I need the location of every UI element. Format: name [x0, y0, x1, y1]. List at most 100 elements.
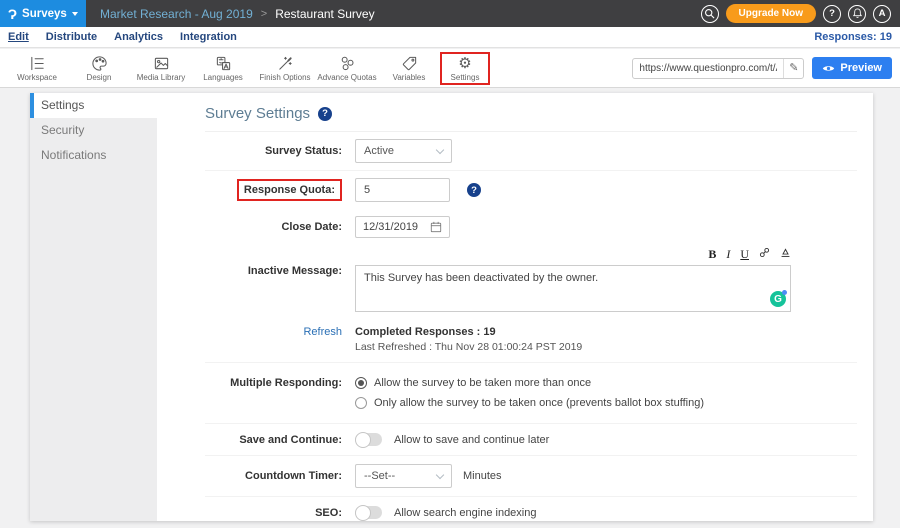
- survey-status-select[interactable]: Active: [355, 139, 452, 163]
- calendar-icon: [430, 221, 442, 233]
- refresh-row: Refresh Completed Responses : 19 Last Re…: [205, 319, 857, 362]
- inactive-message-row: Inactive Message: B I U This Survey has …: [205, 245, 857, 319]
- surveys-product-menu[interactable]: Ɂ Surveys: [0, 0, 86, 27]
- notifications-button[interactable]: [848, 5, 866, 23]
- survey-status-label: Survey Status:: [205, 145, 342, 157]
- survey-url-box: ✎: [632, 58, 804, 79]
- inactive-message-editor: B I U This Survey has been deactivated b…: [355, 247, 791, 312]
- countdown-timer-select[interactable]: --Set--: [355, 464, 452, 488]
- seo-label: SEO:: [205, 507, 342, 519]
- radio-unselected-icon: [355, 397, 367, 409]
- toolbar-item-workspace[interactable]: Workspace: [6, 55, 68, 82]
- toolbar-item-media-library[interactable]: Media Library: [130, 55, 192, 82]
- save-and-continue-label: Save and Continue:: [205, 434, 342, 446]
- seo-toggle[interactable]: [355, 506, 382, 519]
- toolbar-item-design[interactable]: Design: [68, 55, 130, 82]
- clear-formatting-button[interactable]: [780, 247, 791, 262]
- avatar-initial: A: [879, 8, 886, 19]
- upgrade-now-button[interactable]: Upgrade Now: [726, 4, 816, 23]
- topbar-actions: Upgrade Now ? A: [701, 4, 900, 23]
- clear-formatting-icon: [780, 247, 791, 258]
- close-date-input[interactable]: 12/31/2019: [355, 216, 450, 238]
- toolbar-item-settings[interactable]: ⚙ Settings: [440, 52, 490, 85]
- responses-count: Responses: 19: [814, 31, 900, 43]
- last-refreshed: Last Refreshed : Thu Nov 28 01:00:24 PST…: [355, 338, 582, 353]
- toolbar-right: ✎ Preview: [632, 57, 900, 79]
- response-quota-input[interactable]: [355, 178, 450, 202]
- save-and-continue-description: Allow to save and continue later: [394, 434, 549, 446]
- avatar[interactable]: A: [873, 5, 891, 23]
- help-button[interactable]: ?: [823, 5, 841, 23]
- refresh-link[interactable]: Refresh: [205, 326, 342, 338]
- eye-icon: [822, 64, 835, 73]
- multiple-responding-options: Allow the survey to be taken more than o…: [355, 373, 704, 413]
- edit-toolbar: Workspace Design Media Library Languages…: [0, 49, 900, 88]
- countdown-timer-label: Countdown Timer:: [205, 470, 342, 482]
- editor-toolbar: B I U: [355, 247, 791, 265]
- italic-button[interactable]: I: [726, 247, 730, 262]
- breadcrumb-folder[interactable]: Market Research - Aug 2019: [100, 7, 253, 21]
- close-date-row: Close Date: 12/31/2019: [205, 209, 857, 245]
- bell-icon: [852, 8, 863, 19]
- grammarly-icon[interactable]: G: [770, 291, 786, 307]
- radio-option-more-than-once[interactable]: Allow the survey to be taken more than o…: [355, 373, 704, 393]
- survey-status-row: Survey Status: Active: [205, 132, 857, 170]
- response-quota-label: Response Quota:: [237, 179, 342, 201]
- refresh-info: Completed Responses : 19 Last Refreshed …: [355, 326, 582, 353]
- sidebar-item-notifications[interactable]: Notifications: [30, 143, 157, 168]
- countdown-timer-row: Countdown Timer: --Set-- Minutes: [205, 456, 857, 496]
- multiple-responding-row: Multiple Responding: Allow the survey to…: [205, 363, 857, 423]
- link-button[interactable]: [759, 247, 770, 262]
- tab-integration[interactable]: Integration: [180, 31, 237, 43]
- settings-sidebar: Settings Security Notifications: [30, 93, 157, 521]
- seo-row: SEO: Allow search engine indexing: [205, 497, 857, 521]
- product-label: Surveys: [22, 8, 67, 20]
- chain-links-icon: [339, 55, 356, 72]
- palette-icon: [91, 55, 108, 72]
- title-help-icon[interactable]: ?: [318, 107, 332, 121]
- main-nav: Edit Distribute Analytics Integration Re…: [0, 27, 900, 48]
- edit-url-pencil-icon[interactable]: ✎: [783, 59, 803, 78]
- translate-icon: [215, 55, 232, 72]
- sidebar-item-security[interactable]: Security: [30, 118, 157, 143]
- image-icon: [153, 55, 170, 72]
- bold-button[interactable]: B: [708, 247, 716, 262]
- inactive-message-textarea[interactable]: This Survey has been deactivated by the …: [356, 266, 790, 311]
- page-title: Survey Settings ?: [205, 105, 857, 132]
- breadcrumb: Market Research - Aug 2019 > Restaurant …: [100, 7, 375, 21]
- tab-analytics[interactable]: Analytics: [114, 31, 163, 43]
- toolbar-item-languages[interactable]: Languages: [192, 55, 254, 82]
- save-and-continue-toggle[interactable]: [355, 433, 382, 446]
- settings-card: Settings Security Notifications Survey S…: [30, 93, 873, 521]
- top-bar: Ɂ Surveys Market Research - Aug 2019 > R…: [0, 0, 900, 27]
- toolbar-item-finish-options[interactable]: Finish Options: [254, 55, 316, 82]
- response-quota-label-wrap: Response Quota:: [205, 179, 342, 201]
- radio-option-only-once[interactable]: Only allow the survey to be taken once (…: [355, 393, 704, 413]
- breadcrumb-survey: Restaurant Survey: [275, 7, 374, 21]
- seo-description: Allow search engine indexing: [394, 507, 536, 519]
- inactive-message-label: Inactive Message:: [205, 247, 342, 277]
- quota-help-icon[interactable]: ?: [467, 183, 481, 197]
- tab-distribute[interactable]: Distribute: [46, 31, 97, 43]
- breadcrumb-separator: >: [261, 8, 267, 20]
- search-button[interactable]: [701, 5, 719, 23]
- survey-url-input[interactable]: [633, 63, 783, 74]
- toolbar-item-advance-quotas[interactable]: Advance Quotas: [316, 55, 378, 82]
- questionpro-logo-icon: Ɂ: [8, 6, 17, 22]
- inactive-message-box: This Survey has been deactivated by the …: [355, 265, 791, 312]
- underline-button[interactable]: U: [740, 247, 749, 262]
- completed-responses: Completed Responses : 19: [355, 326, 582, 338]
- response-quota-row: Response Quota: ?: [205, 171, 857, 209]
- search-icon: [704, 8, 715, 19]
- link-icon: [759, 247, 770, 258]
- chevron-down-icon: [436, 145, 444, 153]
- tab-edit[interactable]: Edit: [8, 31, 29, 43]
- toolbar-item-variables[interactable]: Variables: [378, 55, 440, 82]
- tag-icon: [401, 55, 418, 72]
- magic-wand-icon: [277, 55, 294, 72]
- multiple-responding-label: Multiple Responding:: [205, 373, 342, 389]
- sidebar-item-settings[interactable]: Settings: [30, 93, 157, 118]
- workspace-list-icon: [29, 55, 46, 72]
- settings-content: Survey Settings ? Survey Status: Active …: [157, 93, 873, 521]
- preview-button[interactable]: Preview: [812, 57, 892, 79]
